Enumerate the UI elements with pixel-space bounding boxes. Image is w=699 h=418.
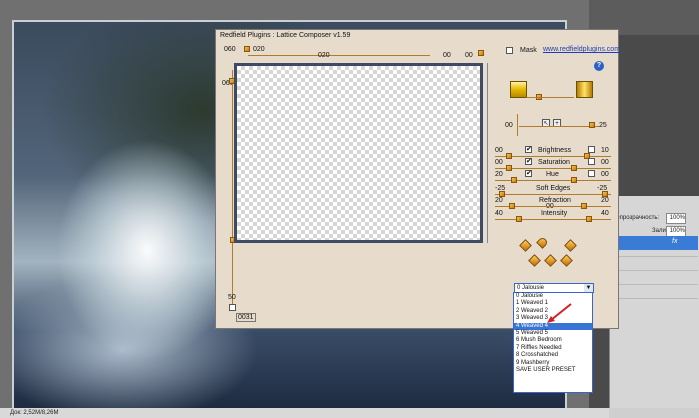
preset-option[interactable]: 9 Mashberry <box>514 360 592 367</box>
left-bottom-value: 50 <box>228 294 236 301</box>
rotate-right-value: 25 <box>599 122 607 129</box>
intensity-right-value: 40 <box>601 210 609 217</box>
preset-option[interactable]: SAVE USER PRESET <box>514 367 592 374</box>
brightness-left-value: 00 <box>495 147 503 154</box>
chevron-down-icon[interactable]: ▼ <box>584 284 593 292</box>
brightness-slider[interactable] <box>495 156 611 157</box>
brightness-right-value: 10 <box>601 147 609 154</box>
rotate-arc-icon[interactable] <box>536 236 549 249</box>
rotate-knob[interactable] <box>589 122 595 128</box>
saturation-knob-2[interactable] <box>571 165 577 171</box>
document-size-status: Док: 2,52M/8,26M <box>10 410 59 416</box>
saturation-right-value: 00 <box>601 159 609 166</box>
saturation-left-value: 00 <box>495 159 503 166</box>
hue-knob-2[interactable] <box>571 177 577 183</box>
mask-checkbox[interactable] <box>506 47 513 54</box>
saturation-right-checkbox[interactable] <box>588 158 595 165</box>
arrow-right-icon[interactable] <box>560 254 573 267</box>
layers-toolbar <box>609 408 699 418</box>
mask-label: Mask <box>520 47 537 54</box>
preset-option[interactable]: 5 Weaved 5 <box>514 330 592 337</box>
top-right-value-2: 00 <box>465 52 473 59</box>
hue-checkbox[interactable]: ✔ <box>525 170 532 177</box>
intensity-left-value: 40 <box>495 210 503 217</box>
saturation-knob[interactable] <box>506 165 512 171</box>
saturation-label: Saturation <box>538 159 570 166</box>
preset-option[interactable]: 6 Mush Bedroom <box>514 337 592 344</box>
intensity-knob[interactable] <box>516 216 522 222</box>
preset-option[interactable]: 8 Crosshatched <box>514 352 592 359</box>
preset-option[interactable]: 0 Jalousie <box>514 293 592 300</box>
top-mid-value: 020 <box>318 52 330 59</box>
color-swatch-2[interactable] <box>576 81 593 98</box>
hue-right-checkbox[interactable] <box>588 170 595 177</box>
preset-option[interactable]: 7 Riffles Needled <box>514 345 592 352</box>
top-right-knob[interactable] <box>478 50 484 56</box>
intensity-knob-2[interactable] <box>586 216 592 222</box>
saturation-checkbox[interactable]: ✔ <box>525 158 532 165</box>
status-bar: Док: 2,52M/8,26M <box>0 408 609 418</box>
rotate-left-value: 00 <box>505 122 513 129</box>
arrow-up-left-icon[interactable] <box>519 239 532 252</box>
opacity-row: Непрозрачность: 100% <box>612 212 698 224</box>
layer-divider <box>612 298 698 299</box>
brightness-knob[interactable] <box>506 153 512 159</box>
dialog-title: Redfield Plugins : Lattice Composer v1.5… <box>220 32 351 39</box>
layer-divider <box>612 256 698 257</box>
fx-icon[interactable]: fx <box>672 238 677 245</box>
hue-label: Hue <box>546 171 559 178</box>
help-icon[interactable]: ? <box>594 61 604 71</box>
arrow-left-icon[interactable] <box>528 254 541 267</box>
saturation-slider[interactable] <box>495 168 611 169</box>
arrow-center-icon[interactable] <box>544 254 557 267</box>
preview-canvas[interactable] <box>234 63 483 243</box>
layer-divider <box>612 284 698 285</box>
refraction-label: Refraction <box>539 197 571 204</box>
top-small-value: 020 <box>253 46 265 53</box>
top-right-value-1: 00 <box>443 52 451 59</box>
refraction-knob[interactable] <box>509 203 515 209</box>
top-left-value: 060 <box>224 46 236 53</box>
rotate-vertical-track[interactable] <box>517 114 518 136</box>
swatch-slider-track[interactable] <box>526 97 574 98</box>
soft-edges-slider[interactable] <box>495 194 611 195</box>
hue-left-value: 20 <box>495 171 503 178</box>
brightness-label: Brightness <box>538 147 572 154</box>
hue-right-value: 00 <box>601 171 609 178</box>
brightness-checkbox[interactable]: ✔ <box>525 146 532 153</box>
refraction-right-value: 20 <box>601 197 609 204</box>
lattice-composer-dialog: Redfield Plugins : Lattice Composer v1.5… <box>215 29 620 329</box>
website-link[interactable]: www.redfieldplugins.com <box>543 46 620 53</box>
color-swatch-1[interactable] <box>510 81 527 98</box>
red-pointer-arrow-icon <box>547 303 572 323</box>
soft-edges-label: Soft Edges <box>536 185 571 192</box>
refraction-knob-2[interactable] <box>581 203 587 209</box>
preview-right-edge <box>487 63 488 243</box>
arrow-up-right-icon[interactable] <box>564 239 577 252</box>
preset-selected-value: 0 Jalousie <box>517 285 545 291</box>
left-bottom-checkbox[interactable] <box>229 304 236 311</box>
hue-knob[interactable] <box>511 177 517 183</box>
intensity-slider[interactable] <box>495 219 611 220</box>
selected-layer-row[interactable] <box>612 236 698 250</box>
bottom-value-box[interactable]: 0031 <box>236 313 256 322</box>
intensity-label: Intensity <box>541 210 568 217</box>
top-left-knob[interactable] <box>244 46 250 52</box>
brightness-right-checkbox[interactable] <box>588 146 595 153</box>
rotate-slider-track[interactable] <box>519 126 599 127</box>
opacity-input[interactable]: 100% <box>666 213 686 224</box>
refraction-left-value: 20 <box>495 197 503 204</box>
left-slider-track[interactable] <box>232 70 233 310</box>
top-slider-track[interactable] <box>248 55 430 56</box>
opacity-label: Непрозрачность: <box>612 215 660 221</box>
layer-divider <box>612 270 698 271</box>
